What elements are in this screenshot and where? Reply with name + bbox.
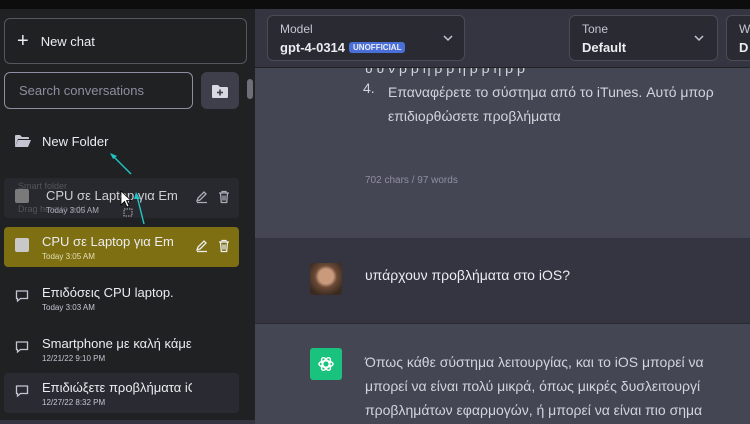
third-select[interactable]: W D	[726, 15, 750, 61]
conversation-actions	[195, 190, 231, 204]
folder-open-icon	[15, 135, 31, 147]
model-label: Model	[280, 22, 313, 36]
folder-plus-icon	[212, 84, 228, 98]
plus-icon: +	[17, 30, 29, 52]
new-chat-label: New chat	[40, 33, 95, 49]
conversation-date: Today 3:05 AM	[42, 252, 95, 261]
conversation-item-active[interactable]: CPU σε Laptop για Em Today 3:05 AM	[4, 227, 239, 267]
mouse-cursor-icon	[120, 190, 133, 217]
message-line: προβλημάτων εφαρμογών, ή μπορεί να είναι…	[365, 402, 703, 418]
conversation-item[interactable]: Επιδιώξετε προβλήματα iOS 12/27/22 8:32 …	[4, 373, 239, 413]
list-number: 4.	[363, 80, 375, 96]
chat-bubble-icon	[15, 384, 29, 403]
third-label: W	[739, 22, 750, 36]
unofficial-badge: UNOFFICIAL	[349, 42, 406, 53]
conversation-date: 12/27/22 8:32 PM	[42, 398, 106, 407]
model-name: gpt-4-0314	[280, 40, 346, 55]
message-text: Όπως κάθε σύστημα λειτουργίας, και το iO…	[365, 350, 704, 422]
assistant-message: Όπως κάθε σύστημα λειτουργίας, και το iO…	[255, 324, 750, 424]
char-word-counter: 702 chars / 97 words	[365, 175, 458, 186]
trash-icon[interactable]	[217, 190, 231, 204]
chat-header: Model gpt-4-0314 UNOFFICIAL Tone Default …	[255, 9, 750, 68]
folder-name: New Folder	[42, 133, 109, 149]
new-chat-button[interactable]: + New chat	[4, 18, 247, 64]
trash-icon[interactable]	[217, 239, 231, 253]
edit-icon[interactable]	[195, 239, 209, 253]
message-line: μπορεί να είναι πολύ μικρά, όπως μικρές …	[365, 378, 701, 394]
openai-logo-icon	[310, 348, 342, 380]
conversation-title: Επιδόσεις CPU laptop.	[42, 285, 174, 300]
assistant-message: υ υ ν ρ ρ η ρ ρ η ρ ρ η ρ ρ 4. Επαναφέρε…	[255, 68, 750, 238]
drag-arrow-icon	[110, 153, 132, 175]
conversation-title: Επιδιώξετε προβλήματα iOS	[42, 380, 192, 395]
third-value: D	[739, 40, 749, 55]
conversation-date: Today 3:05 AM	[46, 206, 99, 215]
model-select[interactable]: Model gpt-4-0314 UNOFFICIAL	[267, 15, 465, 61]
conversation-title: Smartphone με καλή κάμερα	[42, 336, 192, 351]
message-text: Επαναφέρετε το σύστημα από το iTunes. Αυ…	[388, 80, 750, 128]
sidebar-scrollbar[interactable]	[247, 79, 253, 99]
chat-square-icon	[15, 238, 29, 252]
conversation-item[interactable]: Smartphone με καλή κάμερα 12/21/22 9:10 …	[4, 329, 239, 369]
message-line: Όπως κάθε σύστημα λειτουργίας, και το iO…	[365, 354, 704, 370]
tone-select[interactable]: Tone Default	[569, 15, 718, 61]
tone-label: Tone	[582, 22, 609, 36]
tone-value: Default	[582, 40, 627, 55]
conversation-item[interactable]: Επιδόσεις CPU laptop. Today 3:03 AM	[4, 278, 239, 318]
new-folder-button[interactable]	[201, 72, 239, 109]
edit-icon[interactable]	[195, 190, 209, 204]
chat-bubble-icon	[15, 289, 29, 308]
search-input[interactable]	[4, 72, 193, 109]
message-line: επιδιορθώσετε προβλήματα	[388, 108, 561, 124]
chevron-down-icon	[694, 35, 704, 42]
message-text: υπάρχουν προβλήματα στο iOS?	[365, 267, 570, 283]
message-line: Επαναφέρετε το σύστημα από το iTunes. Αυ…	[388, 84, 714, 100]
conversation-title: CPU σε Laptop για Em	[42, 234, 174, 249]
user-avatar	[310, 263, 342, 295]
cut-off-line: υ υ ν ρ ρ η ρ ρ η ρ ρ η ρ ρ	[365, 68, 525, 76]
user-message: υπάρχουν προβλήματα στο iOS?	[255, 238, 750, 324]
chevron-down-icon	[443, 35, 453, 42]
chat-bubble-icon	[15, 340, 29, 359]
top-strip	[0, 0, 750, 9]
conversation-actions	[195, 239, 231, 253]
model-value: gpt-4-0314 UNOFFICIAL	[280, 40, 406, 55]
conversation-date: Today 3:03 AM	[42, 303, 95, 312]
chat-square-icon	[15, 189, 29, 203]
conversation-date: 12/21/22 9:10 PM	[42, 354, 106, 363]
